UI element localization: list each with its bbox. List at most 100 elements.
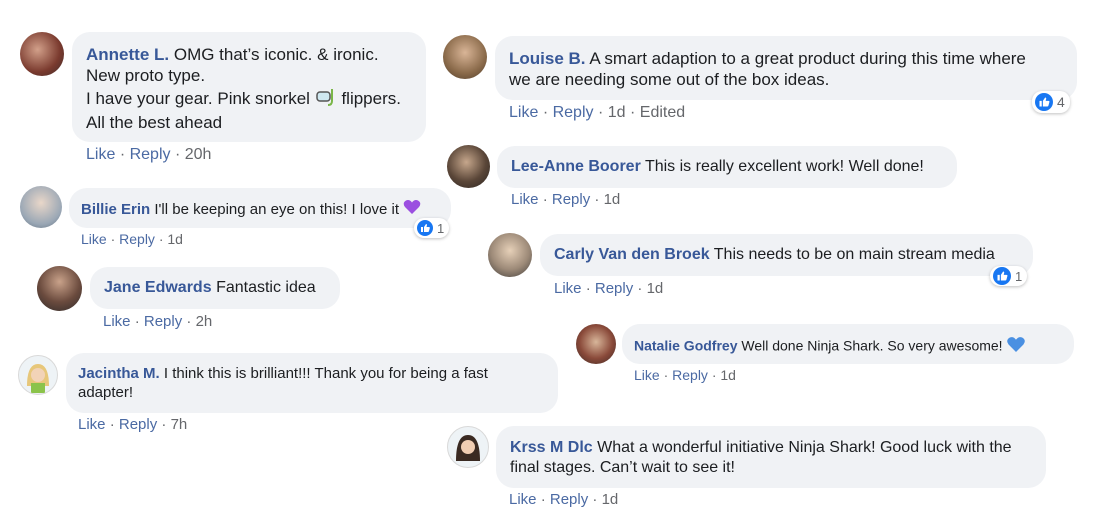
timestamp[interactable]: 20h bbox=[185, 146, 212, 163]
comment-author[interactable]: Natalie Godfrey bbox=[634, 337, 737, 353]
timestamp[interactable]: 1d bbox=[720, 367, 736, 383]
comment-author[interactable]: Jane Edwards bbox=[104, 279, 212, 296]
reply-link[interactable]: Reply bbox=[119, 231, 155, 247]
avatar[interactable] bbox=[18, 355, 58, 395]
comment-text: we are needing some out of the box ideas… bbox=[509, 70, 830, 90]
reaction-number: 1 bbox=[437, 220, 445, 236]
comment-bubble: Jacintha M. I think this is brilliant!!!… bbox=[66, 353, 558, 413]
comment-author[interactable]: Lee-Anne Boorer bbox=[511, 158, 641, 175]
comment-text: A smart adaption to a great product duri… bbox=[589, 49, 1026, 68]
reply-link[interactable]: Reply bbox=[550, 491, 588, 508]
comment-author[interactable]: Louise B. bbox=[509, 49, 586, 68]
comment-text: I think this is brilliant!!! Thank you f… bbox=[163, 365, 488, 382]
timestamp[interactable]: 1d bbox=[604, 191, 621, 208]
like-link[interactable]: Like bbox=[103, 313, 131, 330]
separator: · bbox=[161, 416, 167, 433]
comment-bubble: Annette L. OMG that’s iconic. & ironic. … bbox=[72, 32, 426, 142]
comment-meta: Like · Reply · 7h bbox=[78, 416, 187, 433]
comment-author[interactable]: Annette L. bbox=[86, 45, 169, 64]
comment-text: OMG that’s iconic. & ironic. bbox=[173, 45, 379, 64]
like-link[interactable]: Like bbox=[554, 280, 582, 297]
timestamp[interactable]: 7h bbox=[171, 416, 188, 433]
timestamp[interactable]: 1d bbox=[167, 231, 183, 247]
comment-author[interactable]: Jacintha M. bbox=[78, 365, 160, 382]
like-link[interactable]: Like bbox=[511, 191, 539, 208]
avatar[interactable] bbox=[576, 324, 616, 364]
reply-link[interactable]: Reply bbox=[672, 367, 708, 383]
comment-bubble: Jane Edwards Fantastic idea bbox=[90, 267, 340, 309]
comment-bubble: Carly Van den Broek This needs to be on … bbox=[540, 234, 1033, 276]
separator: · bbox=[585, 280, 591, 297]
separator: · bbox=[158, 231, 164, 247]
edited-label[interactable]: Edited bbox=[640, 104, 685, 121]
like-link[interactable]: Like bbox=[509, 491, 537, 508]
separator: · bbox=[663, 367, 669, 383]
cartoon-avatar-icon bbox=[27, 364, 49, 393]
comment-author[interactable]: Carly Van den Broek bbox=[554, 246, 710, 263]
comment-text: Fantastic idea bbox=[216, 279, 316, 296]
comment-text: What a wonderful initiative Ninja Shark!… bbox=[597, 439, 1012, 456]
reply-link[interactable]: Reply bbox=[144, 313, 182, 330]
like-link[interactable]: Like bbox=[86, 146, 115, 163]
comment-text: New proto type. bbox=[86, 66, 206, 86]
separator: · bbox=[637, 280, 643, 297]
cartoon-avatar-icon bbox=[456, 435, 480, 461]
separator: · bbox=[597, 104, 604, 121]
comment-text: I have your gear. Pink snorkel bbox=[86, 88, 310, 108]
reply-link[interactable]: Reply bbox=[130, 146, 171, 163]
like-reaction-icon bbox=[1035, 93, 1053, 111]
comment-meta: Like · Reply · 1d · Edited bbox=[509, 104, 685, 122]
comment-bubble: Lee-Anne Boorer This is really excellent… bbox=[497, 146, 957, 188]
separator: · bbox=[134, 313, 140, 330]
separator: · bbox=[110, 231, 116, 247]
avatar[interactable] bbox=[443, 35, 487, 79]
comment-text: final stages. Can’t wait to see it! bbox=[510, 459, 735, 476]
avatar[interactable] bbox=[20, 186, 62, 228]
like-link[interactable]: Like bbox=[509, 104, 538, 121]
comment-meta: Like · Reply · 1d bbox=[554, 280, 663, 297]
separator: · bbox=[540, 491, 546, 508]
avatar[interactable] bbox=[20, 32, 64, 76]
reply-link[interactable]: Reply bbox=[119, 416, 157, 433]
reply-link[interactable]: Reply bbox=[553, 104, 594, 121]
timestamp[interactable]: 1d bbox=[647, 280, 664, 297]
comment-text: This needs to be on main stream media bbox=[713, 246, 995, 263]
comment-meta: Like · Reply · 1d bbox=[81, 231, 183, 247]
separator: · bbox=[186, 313, 192, 330]
comment-text: adapter! bbox=[78, 383, 134, 401]
comment-bubble: Natalie Godfrey Well done Ninja Shark. S… bbox=[622, 324, 1074, 364]
separator: · bbox=[594, 191, 600, 208]
like-reaction-icon bbox=[993, 267, 1011, 285]
reply-link[interactable]: Reply bbox=[595, 280, 633, 297]
reaction-number: 1 bbox=[1015, 268, 1023, 284]
comment-bubble: Louise B. A smart adaption to a great pr… bbox=[495, 36, 1077, 100]
timestamp[interactable]: 1d bbox=[602, 491, 619, 508]
separator: · bbox=[542, 104, 549, 121]
reaction-count[interactable]: 4 bbox=[1032, 91, 1070, 113]
reaction-number: 4 bbox=[1057, 94, 1065, 110]
comment-bubble: Billie Erin I'll be keeping an eye on th… bbox=[69, 188, 451, 228]
reaction-count[interactable]: 1 bbox=[990, 266, 1028, 286]
avatar[interactable] bbox=[447, 426, 489, 468]
separator: · bbox=[109, 416, 115, 433]
comment-author[interactable]: Billie Erin bbox=[81, 201, 150, 218]
reaction-count[interactable]: 1 bbox=[414, 218, 450, 238]
comment-author[interactable]: Krss M Dlc bbox=[510, 439, 593, 456]
reply-link[interactable]: Reply bbox=[552, 191, 590, 208]
avatar[interactable] bbox=[488, 233, 532, 277]
like-reaction-icon bbox=[417, 220, 433, 236]
comment-meta: Like · Reply · 20h bbox=[86, 146, 211, 164]
timestamp[interactable]: 1d bbox=[608, 104, 626, 121]
like-link[interactable]: Like bbox=[78, 416, 106, 433]
like-link[interactable]: Like bbox=[634, 367, 660, 383]
separator: · bbox=[629, 104, 636, 121]
purple-heart-icon bbox=[403, 199, 421, 221]
comment-meta: Like · Reply · 1d bbox=[634, 367, 736, 383]
separator: · bbox=[711, 367, 717, 383]
comment-text: flippers. bbox=[341, 88, 401, 108]
avatar[interactable] bbox=[37, 266, 82, 311]
like-link[interactable]: Like bbox=[81, 231, 107, 247]
comment-meta: Like · Reply · 1d bbox=[509, 491, 618, 508]
timestamp[interactable]: 2h bbox=[196, 313, 213, 330]
avatar[interactable] bbox=[447, 145, 490, 188]
